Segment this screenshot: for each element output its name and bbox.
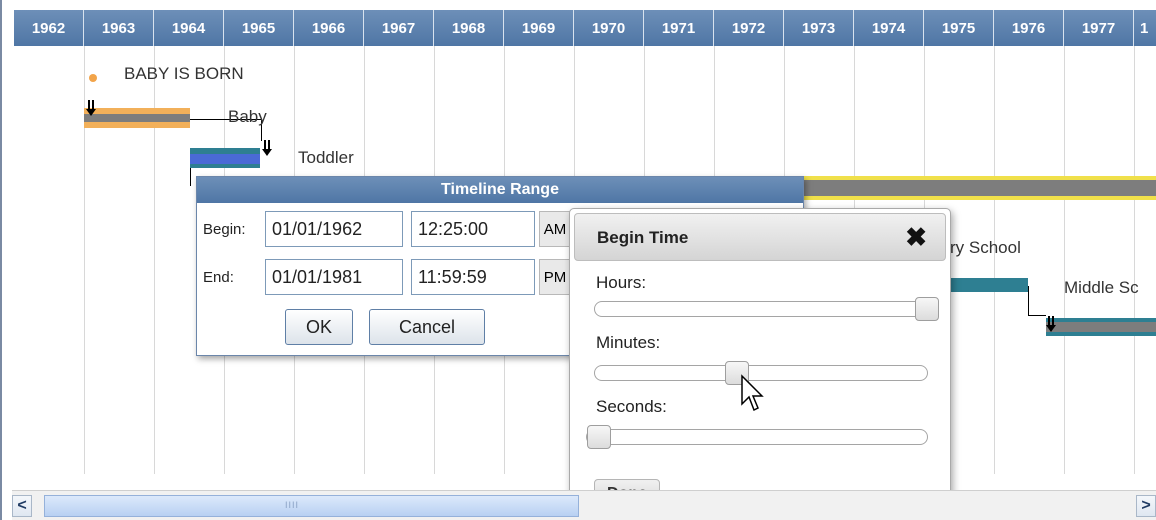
begin-label: Begin: [203, 220, 246, 238]
scroll-left-icon[interactable]: < [12, 495, 32, 517]
year-cell: 1969 [504, 10, 574, 46]
grid-line [1064, 46, 1065, 474]
end-row: End: PM [203, 259, 571, 295]
popup-title: Begin Time [597, 228, 689, 247]
begin-ampm-button[interactable]: AM [539, 211, 571, 247]
end-ampm-button[interactable]: PM [539, 259, 571, 295]
scroll-thumb[interactable]: IIII [44, 495, 579, 517]
minutes-label: Minutes: [596, 333, 661, 352]
year-cell: 1965 [224, 10, 294, 46]
year-header: 1962 1963 1964 1965 1966 1967 1968 1969 1970 1971… [14, 10, 1156, 46]
milestone-dot[interactable] [89, 74, 97, 82]
year-cell: 1971 [644, 10, 714, 46]
dialog-title: Timeline Range [197, 177, 803, 203]
baby-label: Baby [228, 107, 267, 126]
seconds-label: Seconds: [596, 397, 667, 416]
elementary-bar[interactable] [802, 180, 1156, 196]
ok-button[interactable]: OK [285, 309, 353, 345]
year-cell: 1966 [294, 10, 364, 46]
baby-start-arrow-icon [86, 100, 96, 116]
hours-label: Hours: [596, 273, 647, 292]
baby-bar-bottom [84, 122, 190, 128]
milestone-label: BABY IS BORN [124, 64, 244, 83]
year-cell: 1974 [854, 10, 924, 46]
seconds-slider-handle[interactable] [587, 425, 611, 449]
middle-school-label: Middle Sc [1064, 278, 1139, 297]
scroll-grip: IIII [285, 500, 300, 510]
toddler-label: Toddler [298, 148, 354, 167]
year-cell: 1 [1134, 10, 1156, 46]
timeline-window: 1962 1963 1964 1965 1966 1967 1968 1969 1970 1971… [0, 0, 1156, 520]
toddler-start-arrow-icon [262, 140, 272, 156]
year-cell: 1963 [84, 10, 154, 46]
year-cell: 1975 [924, 10, 994, 46]
middle-bar-bottom [1046, 332, 1156, 336]
hours-slider[interactable] [594, 297, 939, 321]
year-cell: 1976 [994, 10, 1064, 46]
year-cell: 1973 [784, 10, 854, 46]
begin-row: Begin: AM [203, 211, 571, 247]
year-cell: 1964 [154, 10, 224, 46]
cancel-button[interactable]: Cancel [369, 309, 485, 345]
toddler-bar-bottom [190, 164, 260, 168]
toddler-bar[interactable] [190, 154, 260, 164]
year-cell: 1962 [14, 10, 84, 46]
elementary-bar-bottom [802, 196, 1156, 200]
year-cell: 1970 [574, 10, 644, 46]
dependency-line [190, 168, 191, 186]
year-cell: 1977 [1064, 10, 1134, 46]
popup-header: Begin Time ✖ [574, 213, 946, 261]
begin-date-input[interactable] [265, 211, 403, 247]
grid-line [1134, 46, 1135, 474]
baby-bar[interactable] [84, 114, 190, 122]
elementary-teal-bar[interactable] [950, 278, 1028, 292]
middle-start-arrow-icon [1046, 316, 1056, 332]
begin-time-input[interactable] [411, 211, 535, 247]
year-cell: 1968 [434, 10, 504, 46]
dependency-line [1028, 315, 1046, 316]
end-date-input[interactable] [265, 259, 403, 295]
middle-bar[interactable] [1046, 322, 1156, 332]
elementary-school-label: ry School [950, 238, 1021, 257]
year-cell: 1967 [364, 10, 434, 46]
begin-time-popup: Begin Time ✖ Hours: Minutes: Seconds: Do… [569, 208, 951, 520]
seconds-slider[interactable] [586, 425, 928, 449]
year-cell: 1972 [714, 10, 784, 46]
hours-slider-handle[interactable] [915, 297, 939, 321]
scroll-right-icon[interactable]: > [1136, 495, 1156, 517]
grid-line [994, 46, 995, 474]
horizontal-scrollbar[interactable]: < IIII > [12, 490, 1156, 520]
end-label: End: [203, 268, 234, 286]
close-icon[interactable]: ✖ [905, 222, 927, 253]
dependency-line [1028, 286, 1029, 316]
end-time-input[interactable] [411, 259, 535, 295]
mouse-pointer-icon [741, 374, 764, 412]
